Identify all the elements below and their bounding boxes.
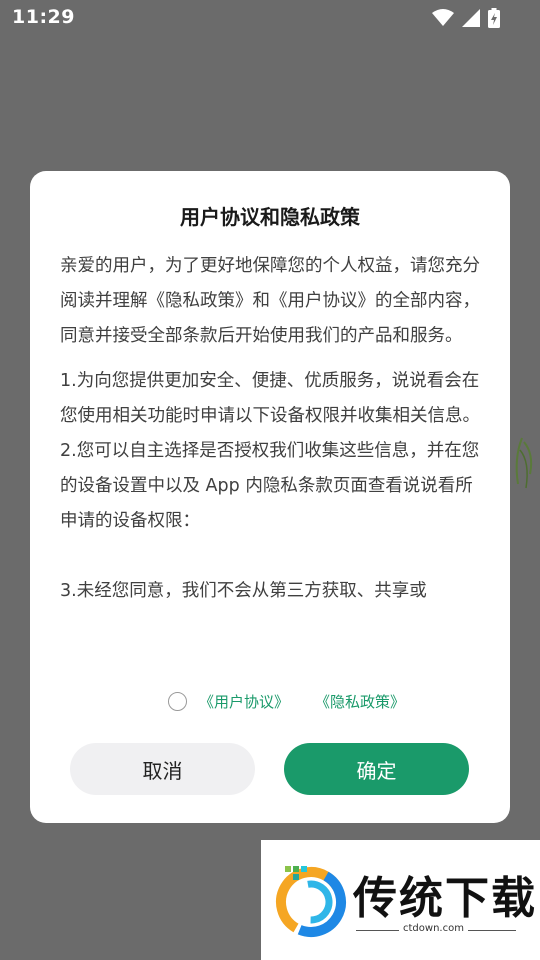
status-bar: 11:29 bbox=[0, 0, 540, 36]
brand-logo-icon bbox=[276, 866, 346, 937]
battery-charging-icon bbox=[488, 8, 500, 32]
terms-item-2: 2.您可以自主选择是否授权我们收集这些信息，并在您的设备设置中以及 App 内隐… bbox=[60, 441, 480, 531]
user-agreement-link[interactable]: 《用户协议》 bbox=[199, 691, 289, 712]
wifi-icon bbox=[432, 9, 454, 31]
watermark: 传统下载 ctdown.com bbox=[261, 840, 540, 960]
confirm-button[interactable]: 确定 bbox=[284, 743, 469, 795]
watermark-brand: 传统下载 bbox=[353, 873, 537, 924]
signal-icon bbox=[462, 9, 480, 31]
terms-item-1: 1.为向您提供更加安全、便捷、优质服务，说说看会在您使用相关功能时申请以下设备权… bbox=[60, 371, 480, 426]
agree-radio[interactable] bbox=[168, 691, 187, 711]
privacy-policy-link[interactable]: 《隐私政策》 bbox=[315, 691, 405, 712]
cancel-button[interactable]: 取消 bbox=[70, 743, 255, 795]
status-icons bbox=[432, 8, 500, 32]
terms-item-3: 3.未经您同意，我们不会从第三方获取、共享或 bbox=[60, 581, 427, 601]
dialog-title: 用户协议和隐私政策 bbox=[180, 205, 360, 229]
status-time: 11:29 bbox=[12, 6, 75, 28]
watermark-url: ctdown.com bbox=[399, 923, 468, 934]
intro-paragraph: 亲爱的用户，为了更好地保障您的个人权益，请您充分阅读并理解《隐私政策》和《用户协… bbox=[60, 256, 480, 346]
background-leaf-decoration bbox=[515, 437, 533, 489]
privacy-dialog: 用户协议和隐私政策 亲爱的用户，为了更好地保障您的个人权益，请您充分阅读并理解《… bbox=[30, 171, 510, 823]
agreement-row: 《用户协议》 《隐私政策》 bbox=[168, 687, 431, 715]
dialog-content-scroll[interactable]: 亲爱的用户，为了更好地保障您的个人权益，请您充分阅读并理解《隐私政策》和《用户协… bbox=[60, 249, 484, 673]
